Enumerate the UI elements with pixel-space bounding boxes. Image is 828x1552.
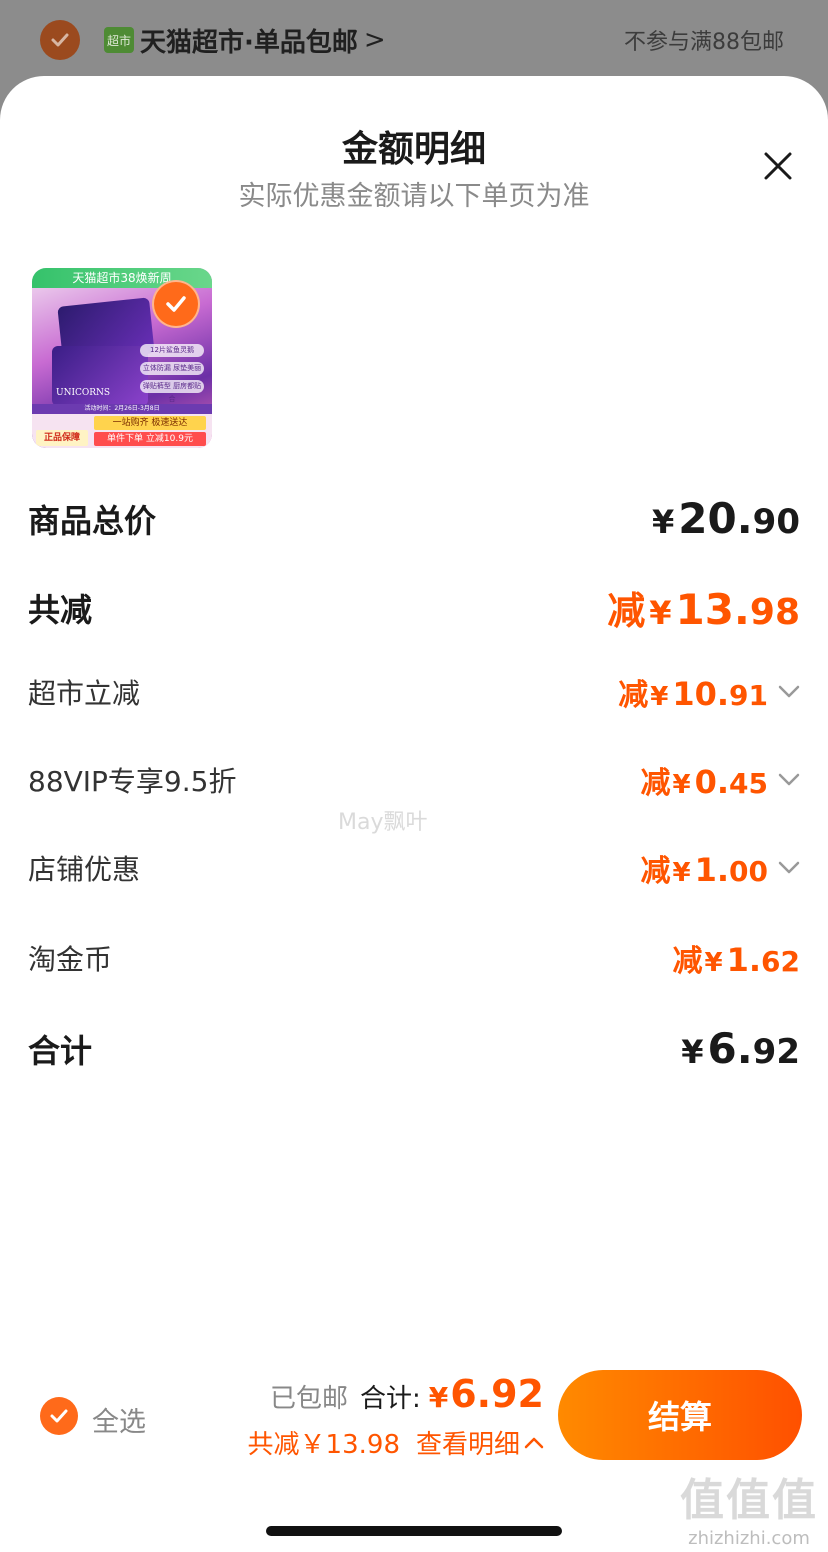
store-name[interactable]: 天猫超市·单品包邮 bbox=[140, 22, 358, 59]
row-amount: ¥ 20. 90 bbox=[652, 494, 800, 543]
site-watermark: 值值值 zhizhizhi.com bbox=[680, 1464, 818, 1549]
store-select-check-icon[interactable] bbox=[40, 20, 80, 60]
row-taojinbi-discount: 淘金币 减 ¥ 1. 62 bbox=[28, 936, 800, 980]
discount-summary[interactable]: 共减￥13.98 查看明细 bbox=[248, 1424, 544, 1461]
row-label: 合计 bbox=[28, 1031, 93, 1070]
store-chevron-icon: > bbox=[363, 25, 386, 55]
sheet-subtitle: 实际优惠金额请以下单页为准 bbox=[238, 181, 590, 212]
thumb-badge: 一站购齐 极速送达 bbox=[94, 416, 206, 430]
thumb-badge: 单件下单 立减10.9元 bbox=[94, 432, 206, 446]
row-store-discount[interactable]: 店铺优惠 减 ¥ 1. 00 bbox=[28, 846, 800, 890]
row-label: 共减 bbox=[28, 590, 93, 629]
thumb-tag: 弹贴裤型 厨房都贴合 bbox=[140, 380, 204, 403]
row-amount: 减 ¥ 13. 98 bbox=[607, 585, 800, 634]
discount-text: 共减￥13.98 bbox=[247, 1430, 400, 1460]
view-detail-link[interactable]: 查看明细 bbox=[416, 1424, 520, 1461]
thumb-strip: 活动时间：2月26日-3月8日 bbox=[32, 404, 212, 414]
row-total-discount: 共减 减 ¥ 13. 98 bbox=[28, 580, 800, 635]
total-summary: 已包邮 合计: ¥ 6.92 bbox=[270, 1372, 544, 1416]
amount-detail-sheet: 金额明细 实际优惠金额请以下单页为准 天猫超市38焕新周 UNICORNS 12… bbox=[0, 76, 828, 1552]
chevron-down-icon[interactable] bbox=[778, 681, 800, 703]
row-label: 淘金币 bbox=[28, 943, 113, 976]
row-supermarket-discount[interactable]: 超市立减 减 ¥ 10. 91 bbox=[28, 670, 800, 714]
product-check-icon[interactable] bbox=[152, 280, 200, 328]
thumb-tag: 12片鲨鱼灵鹅 bbox=[140, 344, 204, 357]
select-all-check-icon[interactable] bbox=[40, 1397, 78, 1435]
checkout-bar: 全选 已包邮 合计: ¥ 6.92 共减￥13.98 查看明细 结算 bbox=[0, 1360, 828, 1470]
close-icon[interactable] bbox=[758, 146, 798, 186]
sheet-title: 金额明细 bbox=[341, 129, 486, 170]
row-label: 88VIP专享9.5折 bbox=[28, 765, 237, 798]
chevron-down-icon[interactable] bbox=[778, 769, 800, 791]
store-note: 不参与满88包邮 bbox=[624, 30, 784, 55]
site-watermark-text: 值值值 bbox=[680, 1475, 818, 1526]
row-amount: 减 ¥ 1. 62 bbox=[672, 941, 800, 979]
shipping-status: 已包邮 bbox=[269, 1384, 348, 1414]
row-goods-total: 商品总价 ¥ 20. 90 bbox=[28, 494, 800, 543]
row-amount: ¥ 6. 92 bbox=[681, 1024, 800, 1073]
row-label: 超市立减 bbox=[28, 677, 141, 710]
row-88vip-discount[interactable]: 88VIP专享9.5折 减 ¥ 0. 45 bbox=[28, 758, 800, 802]
checkout-button[interactable]: 结算 bbox=[558, 1370, 802, 1460]
row-amount: 减 ¥ 10. 91 bbox=[618, 675, 768, 713]
chevron-up-icon[interactable] bbox=[524, 1433, 544, 1453]
row-label: 店铺优惠 bbox=[28, 853, 141, 886]
row-grand-total: 合计 ¥ 6. 92 bbox=[28, 1024, 800, 1073]
product-thumbnail[interactable]: 天猫超市38焕新周 UNICORNS 12片鲨鱼灵鹅 立体防漏 尿垫美丽 弹贴裤… bbox=[32, 268, 212, 448]
thumb-badge: 正品保障 bbox=[36, 430, 88, 446]
total-value: 6.92 bbox=[450, 1372, 544, 1416]
thumb-brand: UNICORNS bbox=[56, 388, 111, 398]
site-watermark-url: zhizhizhi.com bbox=[688, 1528, 810, 1549]
total-label: 合计: bbox=[359, 1384, 421, 1414]
home-indicator[interactable] bbox=[266, 1526, 562, 1536]
background-store-header: 超市 天猫超市·单品包邮 > 不参与满88包邮 bbox=[0, 0, 828, 80]
page: 超市 天猫超市·单品包邮 > 不参与满88包邮 金额明细 实际优惠金额请以下单页… bbox=[0, 0, 828, 1552]
thumb-tag: 立体防漏 尿垫美丽 bbox=[140, 362, 204, 375]
chevron-down-icon[interactable] bbox=[778, 857, 800, 879]
user-watermark: May飘叶 bbox=[338, 810, 428, 835]
row-label: 商品总价 bbox=[28, 501, 157, 540]
row-amount: 减 ¥ 1. 00 bbox=[640, 851, 768, 889]
store-logo-icon: 超市 bbox=[104, 27, 134, 53]
select-all-label[interactable]: 全选 bbox=[92, 1400, 146, 1439]
total-currency: ¥ bbox=[428, 1381, 449, 1414]
row-amount: 减 ¥ 0. 45 bbox=[640, 763, 768, 801]
